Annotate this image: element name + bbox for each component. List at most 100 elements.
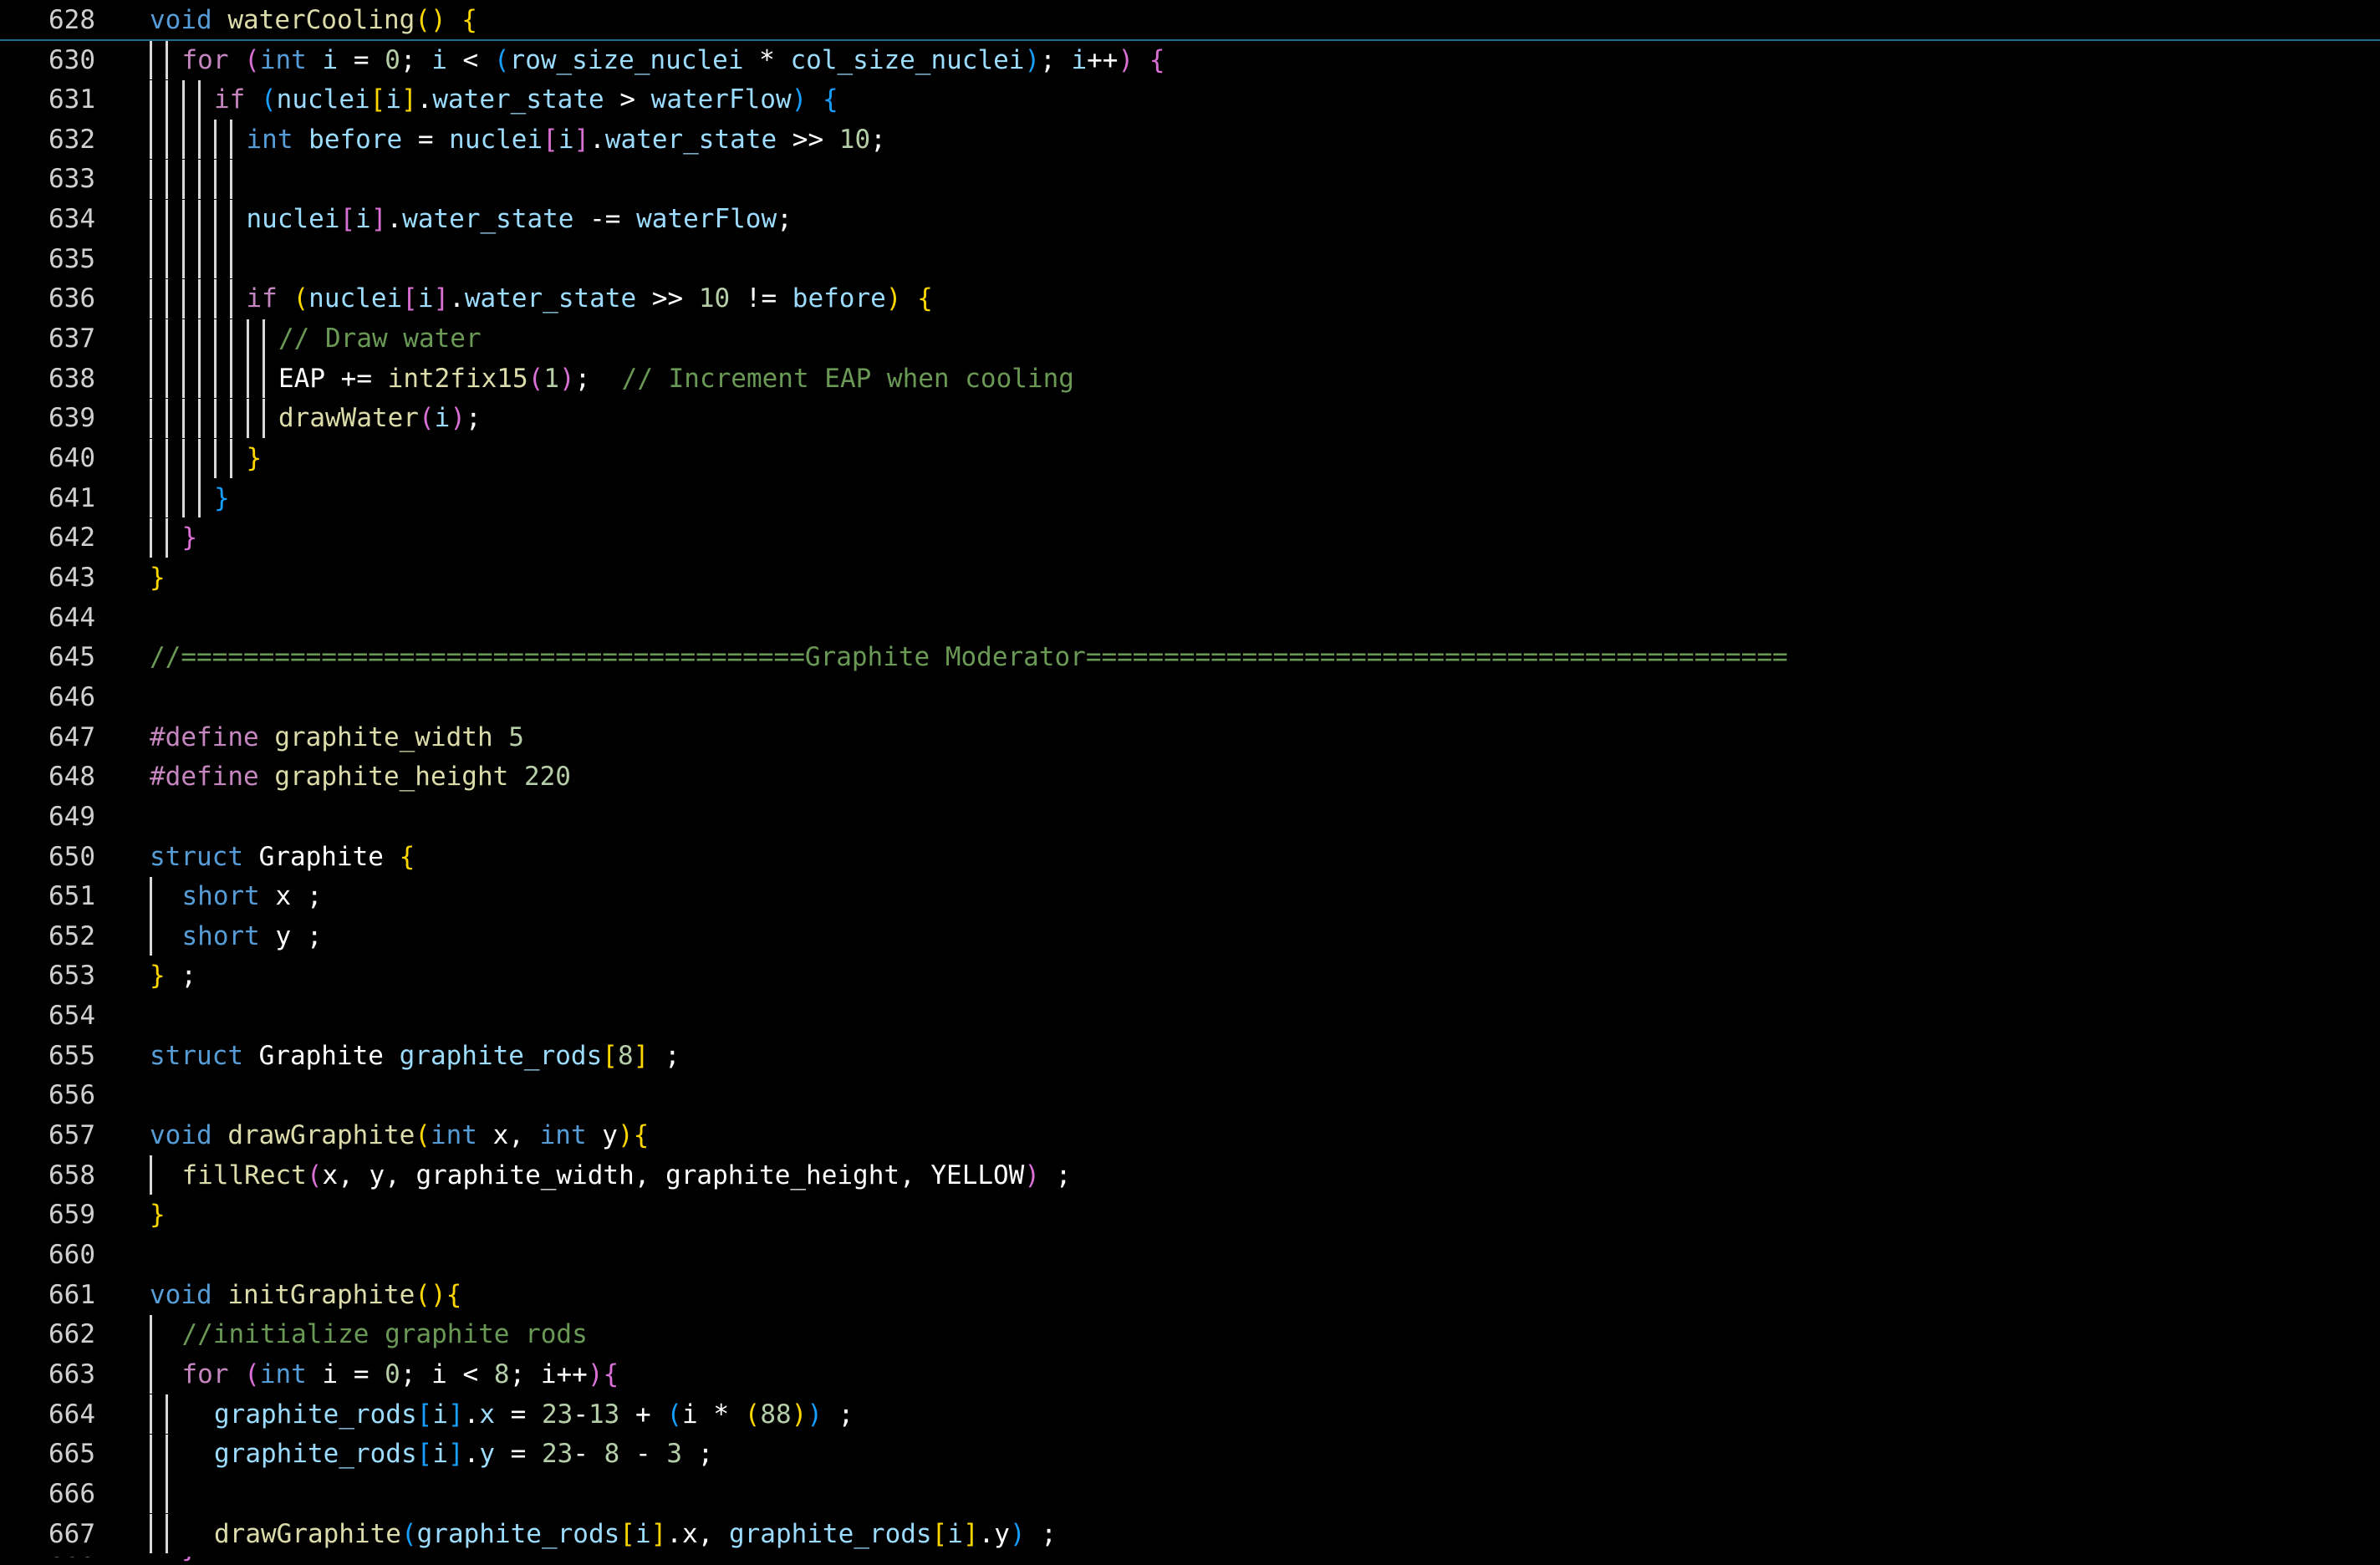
code-line-content[interactable]: graphite_rods[i]. x = 23-13 + (i * (88)) …: [214, 1394, 854, 1434]
code-token: {: [603, 1359, 619, 1389]
code-line[interactable]: 665 graphite_rods[i]. y = 23- 8 - 3 ;: [0, 1434, 2380, 1474]
code-line[interactable]: 644: [0, 598, 2380, 637]
code-line[interactable]: 646: [0, 677, 2380, 716]
sticky-scroll-header[interactable]: 628 void waterCooling() {: [0, 0, 2380, 41]
code-line[interactable]: 667 drawGraphite(graphite_rods[i] .x, grap…: [0, 1514, 2380, 1554]
code-token: 3: [666, 1439, 682, 1470]
code-line-content[interactable]: }: [214, 478, 230, 517]
code-line-content[interactable]: for (int i = 0; i < (row_size_nuclei * c…: [182, 40, 1165, 79]
indent-guide: [150, 120, 152, 160]
code-line[interactable]: 642}: [0, 517, 2380, 558]
code-line-content[interactable]: short x ;: [182, 877, 323, 916]
code-line[interactable]: 632 int before = nuclei[i]. water_state >>…: [0, 120, 2380, 160]
code-line[interactable]: 664 graphite_rods[i]. x = 23-13 + (i * (88…: [0, 1394, 2380, 1435]
code-line-content[interactable]: }: [150, 558, 166, 597]
code-line-content[interactable]: #define graphite_width 5: [150, 717, 524, 757]
code-token: }: [246, 443, 262, 473]
code-line[interactable]: 666: [0, 1474, 2380, 1514]
code-line[interactable]: 656: [0, 1076, 2380, 1115]
code-line[interactable]: 636 if (nuclei[i]. water_state >> 10 != be…: [0, 278, 2380, 319]
code-line-content[interactable]: nuclei[i]. water_state -= waterFlow;: [247, 200, 792, 239]
code-line[interactable]: 652 short y ;: [0, 916, 2380, 956]
code-line[interactable]: 661 void initGraphite(){: [0, 1275, 2380, 1314]
code-line-content[interactable]: EAP += int2fix15(1); // Increment EAP wh…: [278, 359, 1074, 398]
code-line[interactable]: 654: [0, 997, 2380, 1036]
code-line[interactable]: 640}: [0, 438, 2380, 478]
code-token: 5: [508, 721, 524, 752]
code-line-content[interactable]: fillRect(x, y, graphite_width, graphite_…: [182, 1155, 1072, 1195]
code-line-content[interactable]: for (int i = 0; i < 8; i++){: [182, 1354, 619, 1394]
indent-guide: [150, 159, 152, 199]
code-line[interactable]: 633: [0, 159, 2380, 199]
line-number: 643: [48, 562, 95, 593]
code-line-content[interactable]: if (nuclei[i]. water_state > waterFlow) {: [214, 80, 838, 120]
code-line-content[interactable]: #define graphite_height 220: [150, 757, 571, 797]
code-line[interactable]: 657 void drawGraphite(int x, int y){: [0, 1116, 2380, 1155]
code-token: nuclei: [449, 124, 543, 155]
indent-guide: [197, 199, 201, 239]
code-line[interactable]: 631 if (nuclei[i]. water_state > waterFlow…: [0, 79, 2380, 120]
code-token: for: [181, 1359, 229, 1389]
code-line-content[interactable]: void drawGraphite(int x, int y){: [150, 1116, 649, 1155]
code-token: y: [479, 1439, 495, 1470]
code-line-content[interactable]: }: [182, 518, 198, 558]
code-line-content[interactable]: int before = nuclei[i]. water_state >> 10…: [247, 120, 886, 159]
code-line[interactable]: 648 #define graphite_height 220: [0, 757, 2380, 797]
code-line[interactable]: 634 nuclei[i]. water_state -= waterFlow;: [0, 199, 2380, 239]
code-token: graphite_height: [274, 762, 509, 793]
code-line[interactable]: 650 struct Graphite {: [0, 837, 2380, 876]
indent-guide: [150, 1474, 152, 1514]
code-line-content[interactable]: drawGraphite(graphite_rods[i] .x, graphit…: [214, 1514, 1057, 1553]
code-line-content[interactable]: short y ;: [182, 916, 323, 956]
code-line-content[interactable]: graphite_rods[i]. y = 23- 8 - 3 ;: [214, 1435, 713, 1474]
code-line-content[interactable]: struct Graphite {: [150, 837, 415, 876]
code-token: if: [214, 84, 246, 115]
code-token: 88: [760, 1399, 792, 1430]
code-line-content[interactable]: void waterCooling() {: [150, 0, 477, 39]
code-line[interactable]: 630 for (int i = 0; i < (row_size_nuclei …: [0, 40, 2380, 79]
code-line[interactable]: 641}: [0, 478, 2380, 518]
code-line[interactable]: 638 EAP += int2fix15(1); // Increment EAP…: [0, 359, 2380, 399]
code-line-content[interactable]: // Draw water: [278, 319, 482, 359]
code-line-content[interactable]: }: [247, 439, 262, 478]
code-line[interactable]: 655 struct Graphite graphite_rods[8] ;: [0, 1036, 2380, 1075]
code-line-content[interactable]: void initGraphite(){: [150, 1275, 461, 1314]
indent-guide: [230, 319, 233, 359]
code-line[interactable]: 662 //initialize graphite rods: [0, 1314, 2380, 1354]
code-token: (: [261, 84, 277, 115]
code-line-content[interactable]: //======================================…: [150, 638, 1788, 677]
indent-guide: [181, 478, 185, 518]
code-token: nuclei: [246, 204, 340, 235]
code-line[interactable]: 663 for (int i = 0; i < 8; i++){: [0, 1354, 2380, 1394]
code-line-content[interactable]: } ;: [150, 956, 196, 996]
code-line-content[interactable]: if (nuclei[i]. water_state >> 10 != befor…: [247, 279, 933, 319]
code-line[interactable]: 643}: [0, 558, 2380, 597]
code-line-content[interactable]: //initialize graphite rods: [182, 1315, 588, 1354]
code-line[interactable]: 649: [0, 797, 2380, 836]
code-line-content[interactable]: }: [150, 1195, 166, 1235]
sticky-line[interactable]: 628 void waterCooling() {: [0, 0, 2380, 39]
code-line[interactable]: 645 //===================================…: [0, 638, 2380, 677]
code-editor[interactable]: 628 void waterCooling() { 630 for (int i …: [0, 0, 2380, 1565]
code-line[interactable]: 658 fillRect(x, y, graphite_width, graphi…: [0, 1155, 2380, 1195]
code-line[interactable]: 651 short x ;: [0, 876, 2380, 916]
code-line-content[interactable]: drawWater(i);: [278, 399, 482, 438]
indent-guide: [230, 278, 233, 319]
code-token: waterFlow: [650, 84, 792, 115]
code-line[interactable]: 635: [0, 239, 2380, 279]
code-line[interactable]: 637 // Draw water: [0, 319, 2380, 359]
code-token: (: [400, 1518, 417, 1549]
line-number: 653: [48, 961, 95, 992]
code-line[interactable]: 653 } ;: [0, 956, 2380, 996]
code-line-content[interactable]: struct Graphite graphite_rods[8] ;: [150, 1036, 680, 1075]
code-line[interactable]: 639 drawWater(i);: [0, 398, 2380, 438]
indent-guide: [230, 438, 233, 478]
code-line[interactable]: 659}: [0, 1195, 2380, 1235]
line-number: 634: [48, 204, 95, 235]
code-line[interactable]: 660: [0, 1236, 2380, 1275]
code-token: ]: [433, 283, 450, 314]
code-line[interactable]: 647 #define graphite_width 5: [0, 717, 2380, 757]
code-token: ): [558, 363, 575, 394]
